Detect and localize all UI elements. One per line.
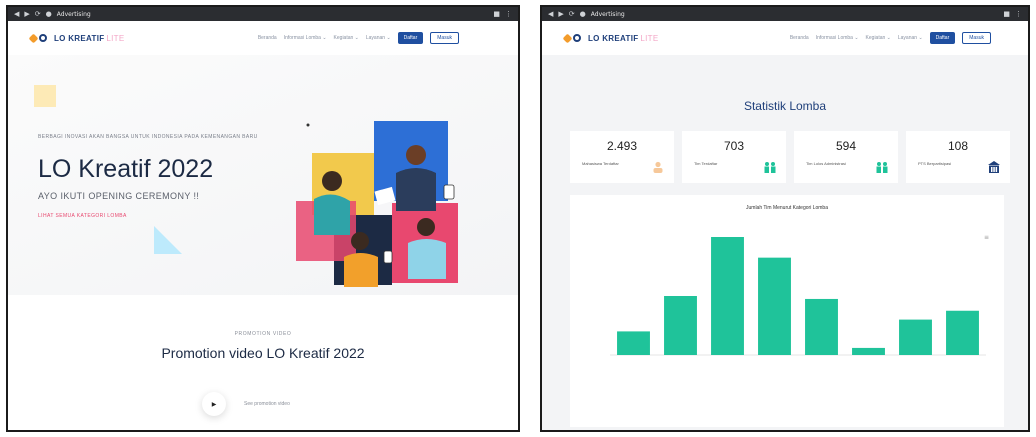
stat-value: 2.493 [606, 139, 638, 153]
bar[interactable] [758, 257, 791, 355]
play-button[interactable]: ▶ [202, 392, 226, 416]
team-icon [764, 162, 776, 173]
bar[interactable] [805, 298, 838, 355]
brand-logo-icon[interactable] [28, 33, 47, 43]
reload-icon[interactable]: ⟳ [35, 7, 41, 21]
bar[interactable] [664, 296, 697, 355]
nav-beranda[interactable]: Beranda [258, 35, 277, 41]
browser-toolbar: ◀ ▶ ⟳ ● Advertising ■ ⋮ [542, 7, 1028, 21]
right-screenshot: ◀ ▶ ⟳ ● Advertising ■ ⋮ LO KREATIF LITE B… [540, 5, 1030, 432]
back-icon[interactable]: ◀ [14, 7, 19, 21]
bar[interactable] [617, 331, 650, 355]
decor-square [34, 85, 56, 107]
user-icon [653, 161, 663, 173]
promo-title: Promotion video LO Kreatif 2022 [161, 345, 365, 361]
nav-beranda[interactable]: Beranda [790, 35, 809, 41]
chart-card: Jumlah Tim Menurut Kategori Lomba ≡ [570, 195, 1004, 427]
section-title: Statistik Lomba [743, 99, 827, 113]
bar[interactable] [852, 347, 885, 355]
stat-label: PTS Berpartisipasi [918, 161, 952, 166]
hero-subtitle: AYO IKUTI OPENING CEREMONY !! [38, 191, 200, 201]
site-navbar: LO KREATIF LITE Beranda Informasi Lomba ⌄… [542, 21, 1028, 55]
browser-toolbar: ◀ ▶ ⟳ ● Advertising ■ ⋮ [8, 7, 518, 21]
left-screenshot: ◀ ▶ ⟳ ● Advertising ■ ⋮ LO KREATIF LITE B… [6, 5, 520, 432]
bar[interactable] [899, 319, 932, 355]
menu-icon[interactable]: ⋮ [505, 7, 512, 21]
stat-value: 703 [723, 139, 745, 153]
stat-card-tim-terdaftar: 703 Tim Terdaftar [682, 131, 786, 183]
decor-triangle [154, 226, 182, 254]
team-icon [876, 162, 888, 173]
play-label[interactable]: See promotion video [244, 401, 290, 407]
stat-value: 108 [947, 139, 969, 153]
tab-title[interactable]: Advertising [57, 11, 91, 18]
hero-link[interactable]: LIHAT SEMUA KATEGORI LOMBA [38, 213, 127, 219]
lock-icon: ● [45, 10, 52, 18]
back-icon[interactable]: ◀ [548, 7, 553, 21]
tab-title[interactable]: Advertising [591, 11, 625, 18]
extension-icon[interactable]: ■ [1003, 7, 1010, 21]
stat-card-pts: 108 PTS Berpartisipasi [906, 131, 1010, 183]
hero-section: BERBAGI INOVASI AKAN BANGSA UNTUK INDONE… [8, 55, 518, 295]
nav-kegiatan[interactable]: Kegiatan ⌄ [334, 35, 359, 41]
svg-text:≡: ≡ [984, 234, 989, 241]
menu-icon[interactable]: ≡ [984, 234, 989, 241]
promo-section: PROMOTION VIDEO Promotion video LO Kreat… [8, 297, 518, 430]
bar[interactable] [946, 310, 979, 355]
menu-icon[interactable]: ⋮ [1015, 7, 1022, 21]
play-icon: ▶ [211, 401, 217, 408]
bar-chart: ≡ [610, 234, 989, 356]
stat-value: 594 [835, 139, 857, 153]
lock-icon: ● [579, 10, 586, 18]
brand-name[interactable]: LO KREATIF LITE [588, 34, 659, 43]
forward-icon[interactable]: ▶ [558, 7, 563, 21]
reload-icon[interactable]: ⟳ [569, 7, 575, 21]
hero-title: LO Kreatif 2022 [38, 155, 214, 183]
daftar-button[interactable]: Daftar [929, 32, 956, 44]
building-icon [988, 161, 1000, 173]
stat-card-mahasiswa: 2.493 Mahasiswa Terdaftar [570, 131, 674, 183]
stat-card-tim-lolos: 594 Tim Lolos Administrasi [794, 131, 898, 183]
extension-icon[interactable]: ■ [493, 7, 500, 21]
stat-label: Tim Lolos Administrasi [806, 161, 846, 166]
nav-layanan[interactable]: Layanan ⌄ [366, 35, 391, 41]
statistics-section: Statistik Lomba 2.493 Mahasiswa Terdafta… [542, 55, 1028, 430]
masuk-button[interactable]: Masuk [430, 32, 459, 44]
nav-informasi-lomba[interactable]: Informasi Lomba ⌄ [284, 35, 327, 41]
brand-logo-icon[interactable] [562, 33, 581, 43]
team-illustration [296, 121, 458, 287]
stat-label: Tim Terdaftar [694, 161, 718, 166]
promo-kicker: PROMOTION VIDEO [234, 331, 292, 337]
stat-label: Mahasiswa Terdaftar [582, 161, 619, 166]
nav-kegiatan[interactable]: Kegiatan ⌄ [866, 35, 891, 41]
site-navbar: LO KREATIF LITE Beranda Informasi Lomba ⌄… [8, 21, 518, 55]
brand-name[interactable]: LO KREATIF LITE [54, 34, 125, 43]
daftar-button[interactable]: Daftar [397, 32, 424, 44]
forward-icon[interactable]: ▶ [24, 7, 29, 21]
masuk-button[interactable]: Masuk [962, 32, 991, 44]
nav-informasi-lomba[interactable]: Informasi Lomba ⌄ [816, 35, 859, 41]
bar[interactable] [711, 237, 744, 355]
nav-layanan[interactable]: Layanan ⌄ [898, 35, 923, 41]
hero-kicker: BERBAGI INOVASI AKAN BANGSA UNTUK INDONE… [38, 134, 258, 140]
